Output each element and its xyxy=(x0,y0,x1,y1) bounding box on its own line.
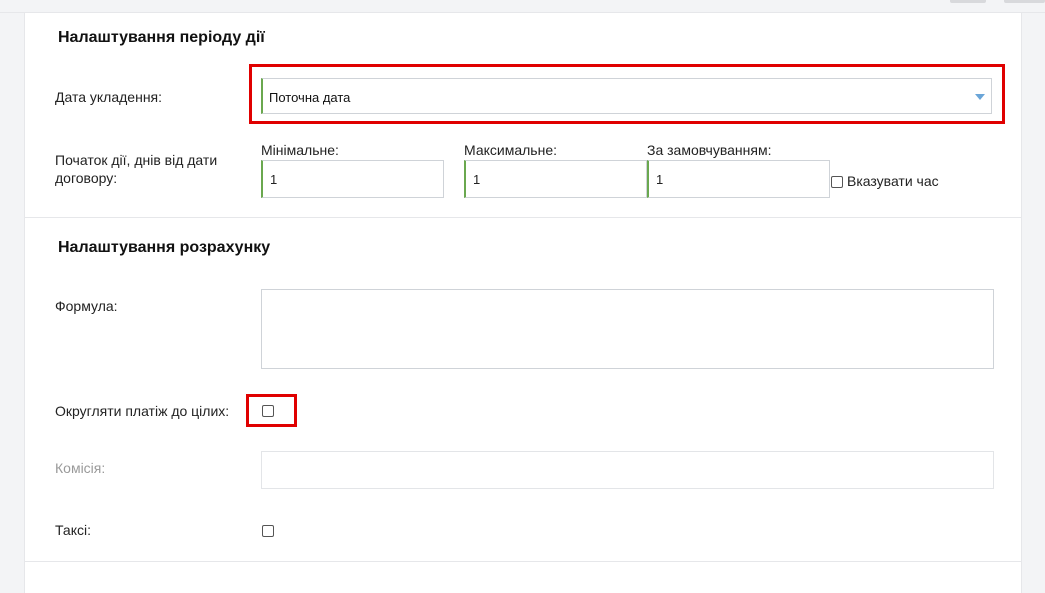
max-input[interactable]: 1 xyxy=(464,160,647,198)
show-time-label: Вказувати час xyxy=(847,173,939,189)
show-time-checkbox[interactable] xyxy=(831,176,843,188)
top-button-left[interactable] xyxy=(950,0,986,3)
formula-textarea[interactable] xyxy=(261,289,994,369)
settings-panel: Налаштування періоду дії Дата укладення:… xyxy=(24,13,1022,593)
highlight-box-select xyxy=(249,64,1005,124)
start-days-label: Початок дії, днів від дати договору: xyxy=(55,152,218,186)
default-label: За замовчуванням: xyxy=(647,142,772,158)
top-button-right[interactable] xyxy=(1004,0,1045,3)
commission-input[interactable] xyxy=(261,451,994,489)
min-input[interactable]: 1 xyxy=(261,160,444,198)
round-payment-label: Округляти платіж до цілих: xyxy=(55,403,230,419)
taxi-label: Таксі: xyxy=(55,522,91,538)
section-divider-2 xyxy=(25,561,1021,562)
calc-section-title: Налаштування розрахунку xyxy=(58,239,271,256)
section-divider-1 xyxy=(25,217,1021,218)
contract-date-label: Дата укладення: xyxy=(55,89,163,105)
taxi-checkbox[interactable] xyxy=(262,525,274,537)
default-input[interactable]: 1 xyxy=(647,160,830,198)
highlight-box-checkbox xyxy=(246,394,297,427)
formula-label: Формула: xyxy=(55,298,118,314)
min-label: Мінімальне: xyxy=(261,142,339,158)
period-section-title: Налаштування періоду дії xyxy=(58,29,265,46)
commission-label: Комісія: xyxy=(55,460,106,476)
top-bar xyxy=(0,0,1045,13)
max-label: Максимальне: xyxy=(464,142,557,158)
